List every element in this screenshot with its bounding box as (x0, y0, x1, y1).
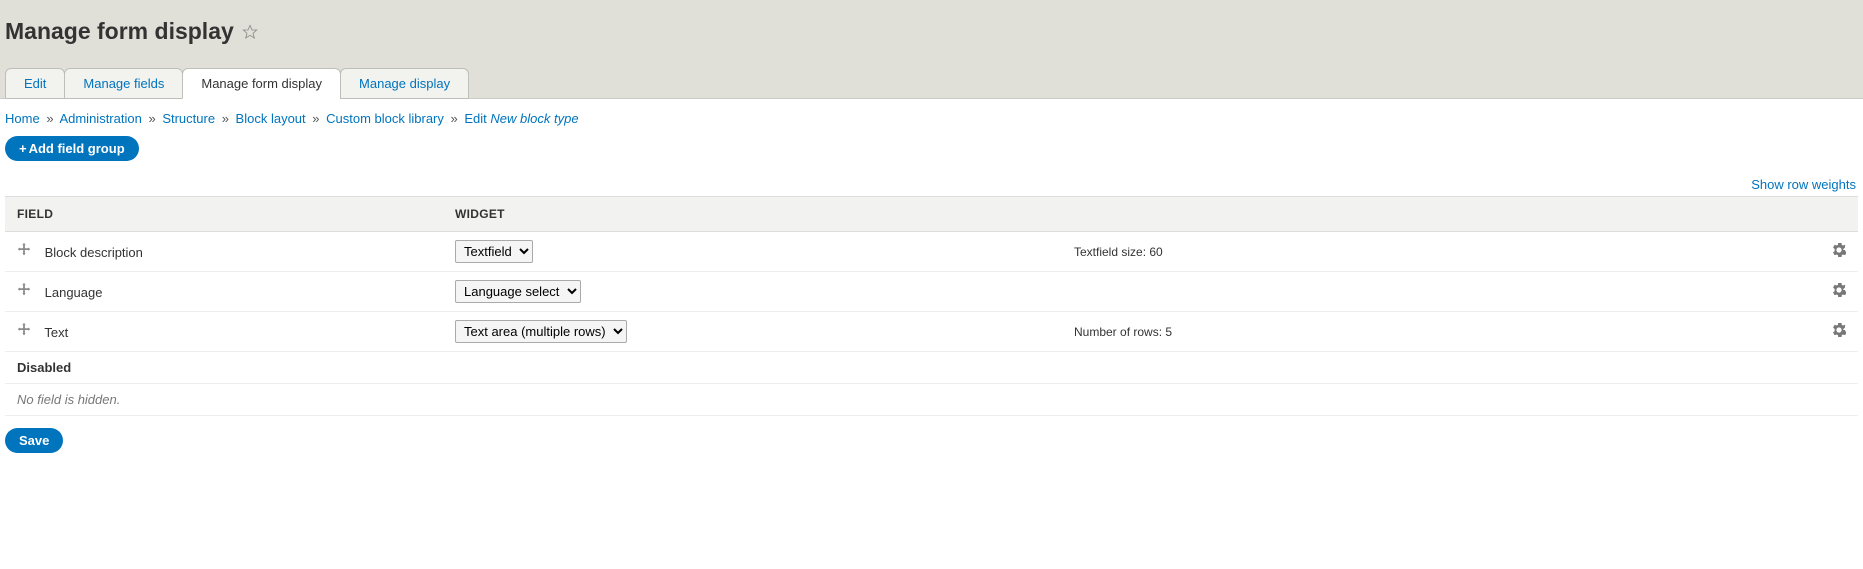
widget-summary: Number of rows: 5 (1062, 312, 1818, 352)
table-row: Text Text area (multiple rows) Number of… (5, 312, 1858, 352)
disabled-section-heading: Disabled (5, 352, 1858, 384)
breadcrumb-custom-block-library[interactable]: Custom block library (326, 111, 444, 126)
widget-select[interactable]: Text area (multiple rows) (455, 320, 627, 343)
tab-edit[interactable]: Edit (5, 68, 65, 99)
field-label: Text (44, 325, 68, 340)
breadcrumb-home[interactable]: Home (5, 111, 40, 126)
widget-summary: Textfield size: 60 (1062, 232, 1818, 272)
field-display-table: Field Widget Block description Textfield… (5, 196, 1858, 416)
field-label: Block description (45, 245, 143, 260)
drag-handle-icon[interactable] (17, 283, 31, 300)
column-header-field: Field (5, 197, 443, 232)
primary-tabs: Edit Manage fields Manage form display M… (5, 68, 1858, 99)
breadcrumb-structure[interactable]: Structure (162, 111, 215, 126)
add-field-group-button[interactable]: +Add field group (5, 136, 139, 161)
tab-manage-display[interactable]: Manage display (340, 68, 469, 99)
breadcrumb-block-layout[interactable]: Block layout (236, 111, 306, 126)
show-row-weights-link[interactable]: Show row weights (1751, 177, 1856, 192)
save-button[interactable]: Save (5, 428, 63, 453)
drag-handle-icon[interactable] (17, 243, 31, 260)
gear-icon[interactable] (1832, 325, 1846, 340)
widget-select[interactable]: Textfield (455, 240, 533, 263)
widget-summary (1062, 272, 1818, 312)
table-row: Block description Textfield Textfield si… (5, 232, 1858, 272)
field-label: Language (45, 285, 103, 300)
widget-select[interactable]: Language select (455, 280, 581, 303)
column-header-widget: Widget (443, 197, 1062, 232)
drag-handle-icon[interactable] (17, 323, 31, 340)
page-title: Manage form display (5, 18, 234, 45)
gear-icon[interactable] (1832, 285, 1846, 300)
breadcrumb: Home » Administration » Structure » Bloc… (0, 99, 1863, 136)
tab-manage-form-display[interactable]: Manage form display (182, 68, 341, 99)
breadcrumb-edit[interactable]: Edit New block type (464, 111, 578, 126)
tab-manage-fields[interactable]: Manage fields (64, 68, 183, 99)
gear-icon[interactable] (1832, 245, 1846, 260)
breadcrumb-administration[interactable]: Administration (59, 111, 141, 126)
star-icon[interactable] (242, 24, 258, 40)
disabled-empty-message: No field is hidden. (5, 384, 1858, 416)
table-row: Language Language select (5, 272, 1858, 312)
